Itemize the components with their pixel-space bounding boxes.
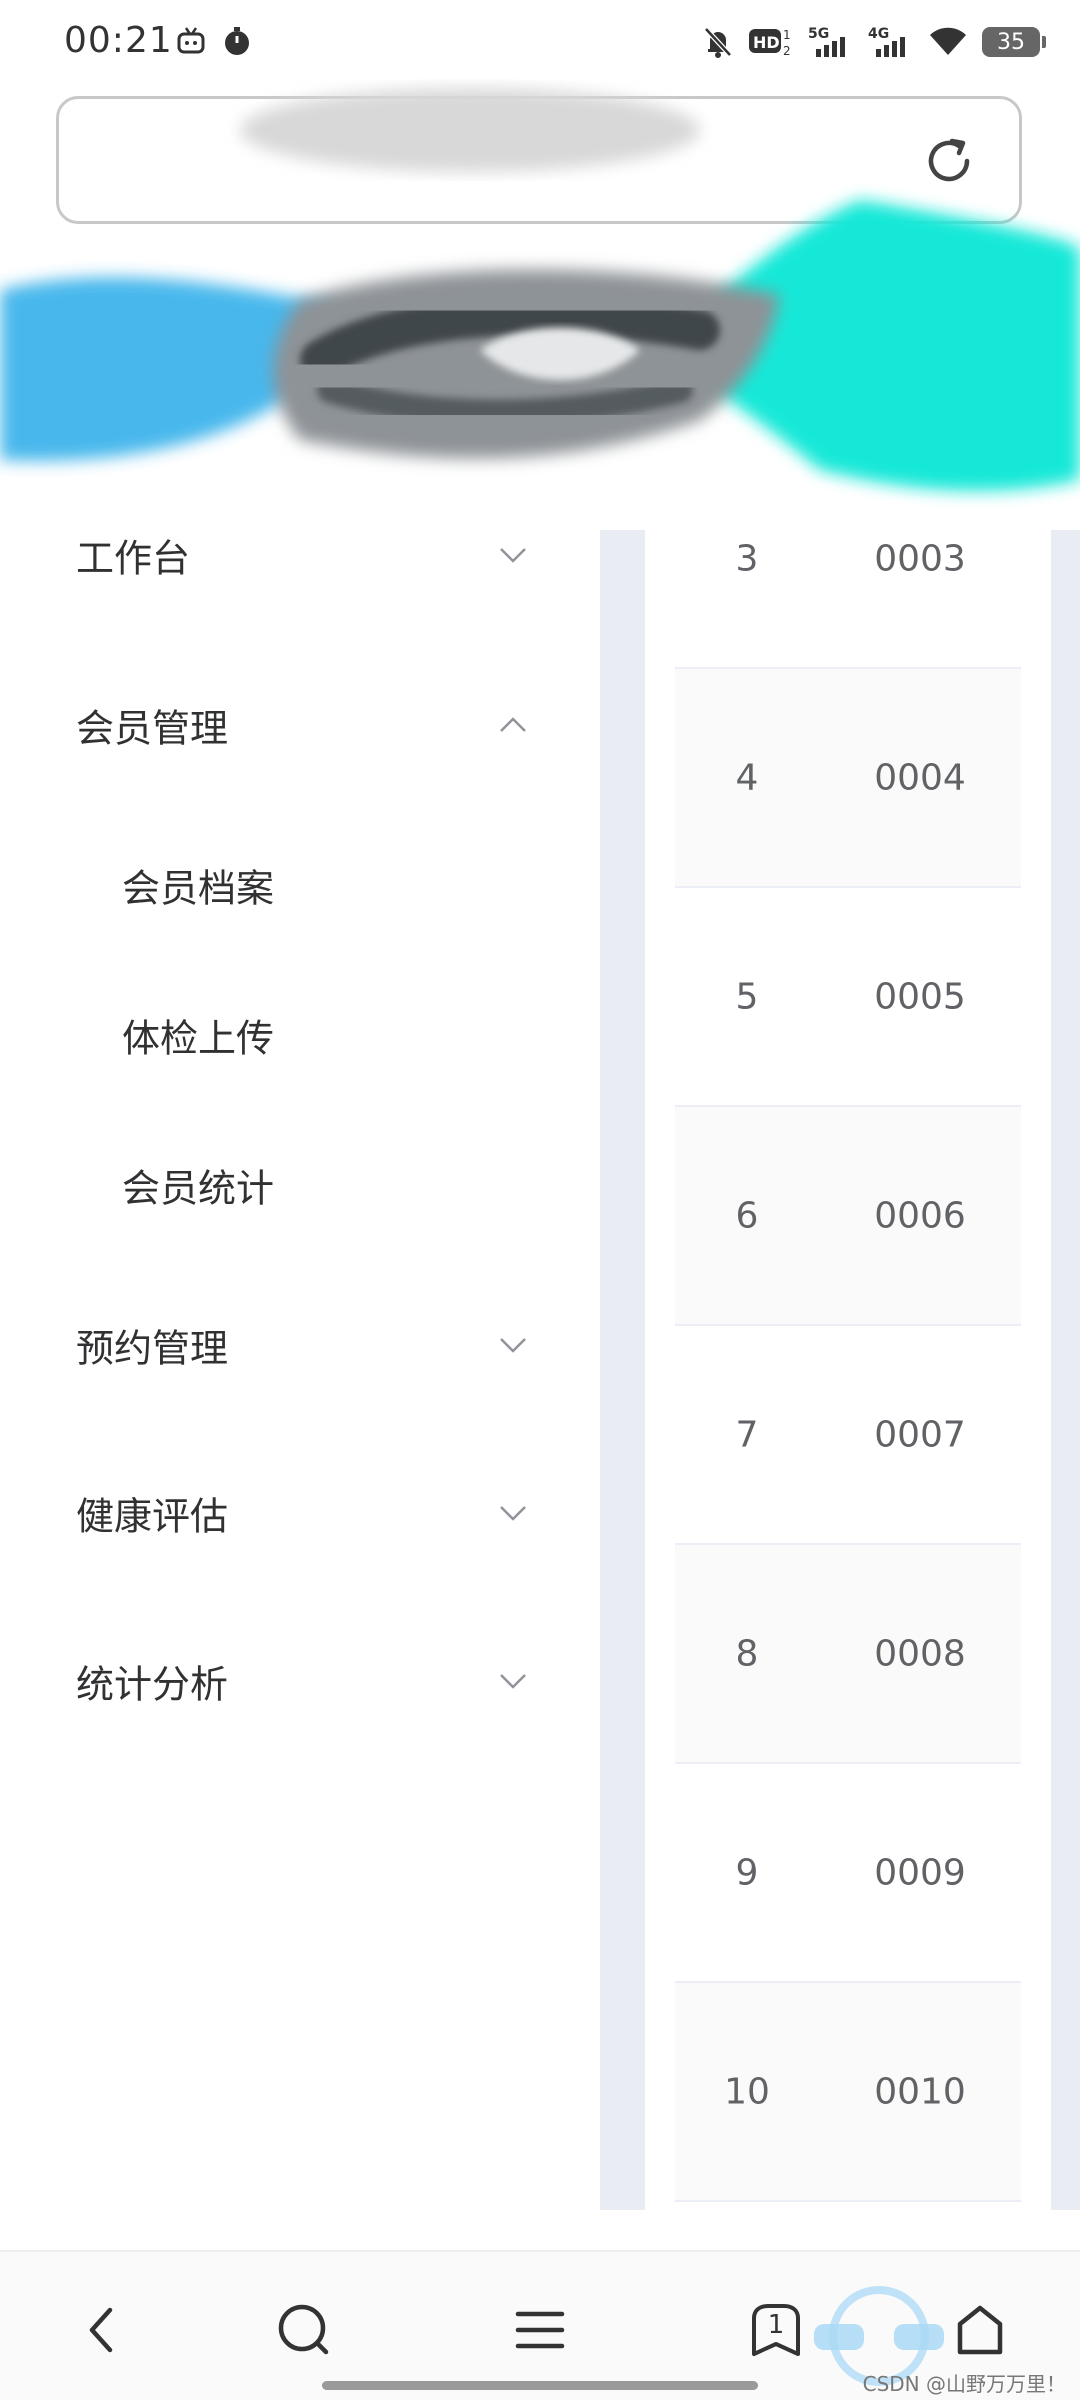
address-bar[interactable]	[56, 96, 1022, 224]
cell-index: 4	[735, 757, 759, 798]
menu-label: 体检上传	[122, 1016, 275, 1061]
battery-icon: 35	[982, 27, 1046, 57]
svg-text:1: 1	[783, 28, 791, 42]
chevron-down-icon	[500, 1674, 526, 1689]
status-bar: 00:21 HD 1 2 5G 4G 35	[0, 0, 1080, 86]
menu-item-member-management[interactable]: 会员管理	[0, 665, 600, 785]
cell-code: 0010	[874, 2071, 966, 2112]
svg-text:5G: 5G	[808, 26, 829, 42]
cell-code: 0009	[874, 1852, 966, 1893]
chevron-down-icon	[500, 1506, 526, 1521]
home-indicator[interactable]	[322, 2381, 758, 2390]
chevron-up-icon	[500, 717, 526, 732]
cell-index: 6	[735, 1195, 759, 1236]
timer-icon	[225, 27, 249, 55]
wifi-icon	[930, 27, 966, 55]
table-row[interactable]: 4 0004	[675, 669, 1021, 888]
watermark: CSDN @山野万万里！	[862, 2372, 1066, 2396]
submenu-item-member-statistics[interactable]: 会员统计	[0, 1125, 600, 1245]
table-row[interactable]: 10 0010	[675, 1983, 1021, 2202]
side-menu: 工作台 会员管理 会员档案 体检上传 会员统计 预约管理 健康评估 统计分析	[0, 480, 600, 2210]
reload-icon[interactable]	[919, 131, 979, 191]
screen: 00:21 HD 1 2 5G 4G 35 工作台 会员管理 会员档案 体检上传…	[0, 0, 1080, 2400]
cell-code: 0004	[874, 757, 966, 798]
status-icons: HD 1 2 5G 4G 35	[702, 22, 1046, 62]
tv-icon	[177, 27, 205, 54]
submenu-item-checkup-upload[interactable]: 体检上传	[0, 975, 600, 1095]
menu-icon[interactable]	[510, 2300, 570, 2360]
signal-5g-icon: 5G	[808, 26, 845, 57]
table-row[interactable]: 5 0005	[675, 888, 1021, 1107]
menu-label: 会员统计	[122, 1166, 275, 1211]
svg-text:HD: HD	[753, 33, 780, 52]
table-row[interactable]: 7 0007	[675, 1326, 1021, 1545]
menu-label: 工作台	[76, 536, 191, 581]
back-icon[interactable]	[74, 2300, 134, 2360]
cell-code: 0003	[874, 538, 966, 579]
menu-item-health-assessment[interactable]: 健康评估	[0, 1453, 600, 1573]
menu-label: 会员管理	[76, 706, 229, 751]
battery-level: 35	[997, 29, 1025, 55]
cell-index: 8	[735, 1633, 759, 1674]
cell-index: 5	[735, 976, 759, 1017]
menu-item-workbench[interactable]: 工作台	[0, 495, 600, 615]
menu-item-statistical-analysis[interactable]: 统计分析	[0, 1621, 600, 1741]
menu-item-appointment-management[interactable]: 预约管理	[0, 1285, 600, 1405]
menu-label: 会员档案	[122, 866, 275, 911]
cell-index: 9	[735, 1852, 759, 1893]
cell-code: 0007	[874, 1414, 966, 1455]
mute-bell-icon	[704, 27, 732, 58]
cell-index: 3	[735, 538, 759, 579]
table-row[interactable]: 6 0006	[675, 1107, 1021, 1326]
tab-count: 1	[767, 2310, 785, 2340]
search-icon[interactable]	[274, 2300, 334, 2360]
status-time: 00:21	[64, 20, 173, 61]
table-row[interactable]: 3 0003	[675, 450, 1021, 669]
chevron-down-icon	[500, 548, 526, 563]
table-row[interactable]: 9 0009	[675, 1764, 1021, 1983]
signal-4g-icon: 4G	[868, 26, 905, 57]
table-row[interactable]: 8 0008	[675, 1545, 1021, 1764]
menu-label: 统计分析	[76, 1662, 229, 1707]
menu-label: 预约管理	[76, 1326, 229, 1371]
svg-text:4G: 4G	[868, 26, 889, 42]
menu-label: 健康评估	[76, 1494, 229, 1539]
svg-text:2: 2	[783, 44, 791, 58]
cell-code: 0008	[874, 1633, 966, 1674]
cell-code: 0005	[874, 976, 966, 1017]
cell-code: 0006	[874, 1195, 966, 1236]
cell-index: 7	[735, 1414, 759, 1455]
hd-icon: HD 1 2	[749, 28, 791, 58]
chevron-down-icon	[500, 1338, 526, 1353]
tabs-button[interactable]: 1	[746, 2300, 806, 2360]
cell-index: 10	[724, 2071, 770, 2112]
submenu-item-member-archive[interactable]: 会员档案	[0, 825, 600, 945]
home-icon[interactable]	[950, 2300, 1010, 2360]
